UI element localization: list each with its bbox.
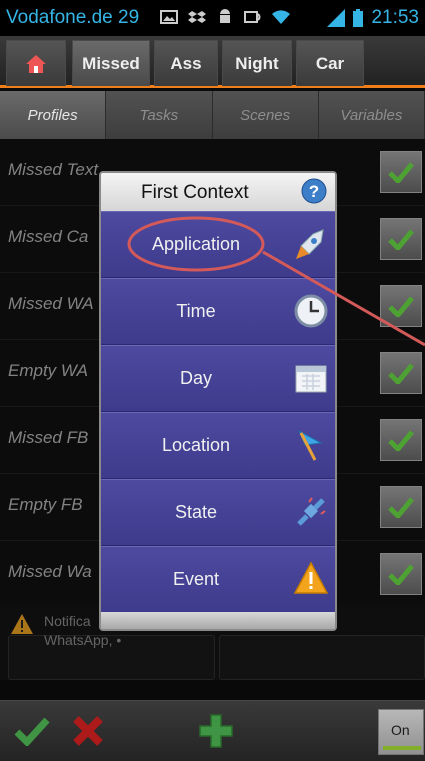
tab-missed[interactable]: Missed xyxy=(72,40,150,86)
context-label: Application xyxy=(151,234,241,254)
section-tabs: Profiles Tasks Scenes Variables xyxy=(0,91,425,139)
context-item-state[interactable]: State xyxy=(101,479,335,546)
tab-variables[interactable]: Variables xyxy=(319,91,425,139)
context-label: Day xyxy=(179,368,212,388)
battery-icon xyxy=(353,9,364,27)
context-label: Event xyxy=(172,569,220,589)
tab-tasks[interactable]: Tasks xyxy=(106,91,213,139)
calendar-icon xyxy=(295,365,327,393)
android-icon xyxy=(220,9,230,23)
context-label: Time xyxy=(176,301,216,321)
image-icon xyxy=(160,10,178,24)
dialog-title: First Context xyxy=(141,182,249,203)
svg-text:?: ? xyxy=(309,182,319,201)
status-bar: Vodafone.de 29 21:53 xyxy=(0,0,425,36)
plug-icon xyxy=(297,497,326,526)
tab-scenes[interactable]: Scenes xyxy=(213,91,319,139)
tab-profiles[interactable]: Profiles xyxy=(0,91,107,139)
context-type-list: Application Time Day Location State Even… xyxy=(101,211,335,616)
notification-icons xyxy=(160,8,290,26)
tab-car[interactable]: Car xyxy=(296,40,364,86)
context-item-day[interactable]: Day xyxy=(101,345,335,412)
context-item-time[interactable]: Time xyxy=(101,278,335,345)
help-icon[interactable]: ? xyxy=(301,178,327,204)
carrier-label: Vodafone.de 29 xyxy=(6,7,140,28)
tab-ass[interactable]: Ass xyxy=(154,40,218,86)
context-label: Location xyxy=(161,435,231,455)
clock-icon xyxy=(294,294,328,328)
warning-icon xyxy=(293,561,329,594)
dialog-header: First Context ? xyxy=(101,173,335,211)
dropbox-icon xyxy=(188,11,206,23)
nfc-icon xyxy=(244,11,261,23)
tab-home[interactable] xyxy=(6,40,66,86)
context-item-event[interactable]: Event xyxy=(101,546,335,613)
context-item-location[interactable]: Location xyxy=(101,412,335,479)
project-tabs: Missed Ass Night Car xyxy=(0,36,425,88)
dialog-footer xyxy=(101,612,335,629)
wifi-icon xyxy=(272,10,290,24)
context-item-application[interactable]: Application xyxy=(101,211,335,278)
first-context-dialog: First Context ? Application Time Day Loc… xyxy=(99,171,337,631)
rocket-icon xyxy=(296,229,324,259)
clock-label: 21:53 xyxy=(371,7,419,28)
signal-icon xyxy=(327,9,346,27)
home-icon xyxy=(26,54,46,73)
flag-icon xyxy=(297,429,323,461)
context-label: State xyxy=(174,502,218,522)
tab-night[interactable]: Night xyxy=(222,40,292,86)
